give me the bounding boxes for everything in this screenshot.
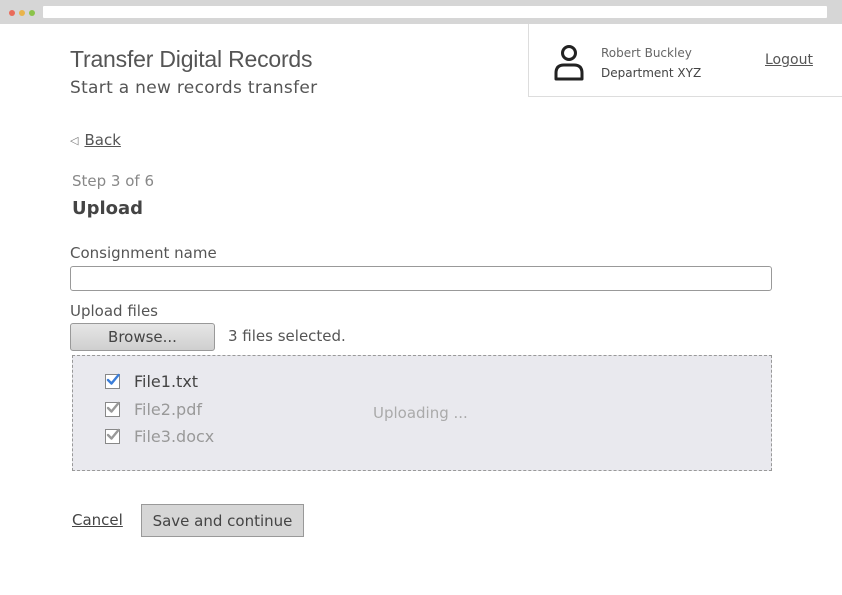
upload-files-label: Upload files (70, 302, 158, 320)
page-subtitle: Start a new records transfer (70, 78, 318, 98)
user-name: Robert Buckley (601, 46, 692, 60)
user-department: Department XYZ (601, 66, 702, 80)
back-label: Back (84, 131, 121, 149)
file-name: File3.docx (134, 427, 215, 446)
minimize-window-dot[interactable] (19, 10, 25, 16)
cancel-link[interactable]: Cancel (72, 511, 123, 529)
user-icon (554, 44, 584, 82)
logout-link[interactable]: Logout (765, 52, 813, 68)
user-panel: Robert Buckley Department XYZ Logout (528, 24, 842, 97)
files-selected-text: 3 files selected. (228, 327, 346, 345)
file-item: File2.pdf (105, 400, 202, 419)
save-and-continue-button[interactable]: Save and continue (141, 504, 304, 537)
maximize-window-dot[interactable] (29, 10, 35, 16)
step-indicator: Step 3 of 6 (72, 172, 155, 190)
page-title: Transfer Digital Records (70, 46, 313, 72)
file-name: File1.txt (134, 372, 199, 391)
file-dropzone[interactable]: File1.txt File2.pdf File3.docx Uploading… (72, 355, 772, 471)
browser-titlebar (0, 0, 842, 24)
file1-checkbox[interactable] (105, 373, 120, 389)
close-window-dot[interactable] (9, 10, 15, 16)
address-bar[interactable] (43, 6, 827, 18)
file-item: File1.txt (105, 372, 198, 391)
triangle-left-icon: ◁ (70, 133, 79, 147)
browse-button[interactable]: Browse... (70, 323, 215, 351)
file3-checkbox[interactable] (105, 428, 120, 444)
file-item: File3.docx (105, 427, 214, 446)
step-heading: Upload (72, 198, 144, 219)
file-name: File2.pdf (134, 400, 202, 419)
consignment-name-label: Consignment name (70, 244, 217, 262)
upload-status: Uploading ... (373, 404, 468, 422)
consignment-name-input[interactable] (70, 266, 772, 291)
file2-checkbox[interactable] (105, 401, 120, 417)
back-link[interactable]: ◁ Back (70, 131, 121, 149)
